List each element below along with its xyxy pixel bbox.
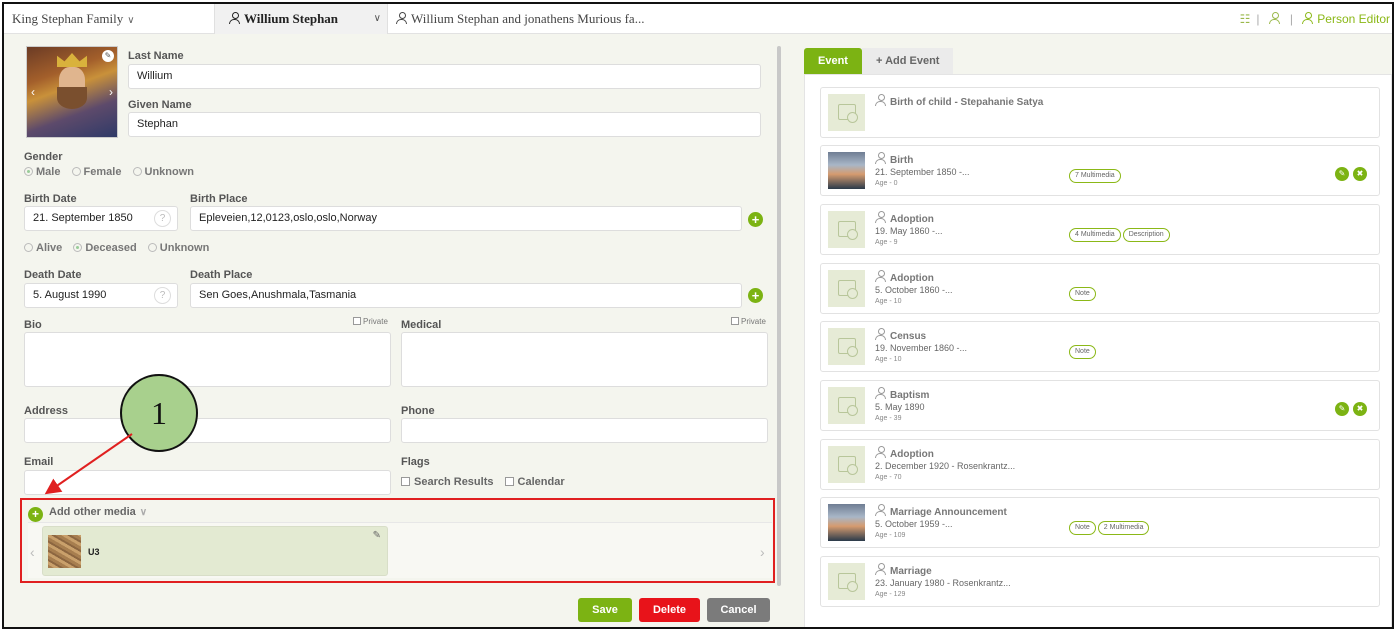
event-title: Census [875,328,926,342]
event-card[interactable]: Adoption 19. May 1860 -... Age - 9 4 Multim… [820,204,1380,255]
event-date: 5. October 1860 -... [875,285,953,295]
event-card[interactable]: Birth 21. September 1850 -... Age - 0 7 Mul… [820,145,1380,196]
tab-add-event[interactable]: + Add Event [862,48,954,74]
calendar-icon [828,270,865,307]
event-badge[interactable]: Description [1122,228,1170,242]
event-badges: 4 Multimedia Description [1069,223,1172,242]
delete-button[interactable]: Delete [639,598,700,622]
calendar-icon [828,446,865,483]
person-icon [875,94,886,106]
event-date: 19. May 1860 -... [875,226,943,236]
event-date: 21. September 1850 -... [875,167,970,177]
person-icon [875,270,886,282]
event-badge[interactable]: 2 Multimedia [1097,521,1150,535]
event-actions: ✎ ✖ [1331,398,1367,416]
event-card[interactable]: Marriage 23. January 1980 - Rosenkrantz..… [820,556,1380,607]
event-title: Baptism [875,387,929,401]
event-card[interactable]: Census 19. November 1860 -... Age - 10 Note [820,321,1380,372]
event-title-text: Birth [890,155,914,166]
event-title: Adoption [875,211,934,225]
event-badge[interactable]: Note [1069,345,1096,359]
calendar-icon [828,387,865,424]
cancel-button[interactable]: Cancel [707,598,770,622]
calendar-icon [828,328,865,365]
person-icon [875,504,886,516]
event-badges: 7 Multimedia [1069,164,1123,183]
event-badges: Note [1069,282,1098,301]
edit-icon[interactable]: ✎ [1335,402,1349,416]
event-title-text: Adoption [890,273,934,284]
event-age: Age - 10 [875,298,902,305]
event-title: Adoption [875,270,934,284]
event-date: 23. January 1980 - Rosenkrantz... [875,578,1011,588]
event-age: Age - 10 [875,356,902,363]
event-age: Age - 129 [875,591,906,598]
event-badges: Note 2 Multimedia [1069,516,1151,535]
event-age: Age - 109 [875,532,906,539]
event-badge[interactable]: Note [1069,521,1096,535]
tree-icon[interactable]: ☷ [1240,12,1251,26]
event-title: Birth of child - Stepahanie Satya [875,94,1043,108]
media-highlight-box [20,498,775,583]
save-button[interactable]: Save [578,598,632,622]
event-title: Marriage Announcement [875,504,1007,518]
event-title-text: Baptism [890,390,930,401]
event-badges: Note [1069,340,1098,359]
event-title-text: Adoption [890,214,934,225]
event-thumbnail [828,152,865,189]
event-badge[interactable]: Note [1069,287,1096,301]
person-icon [875,563,886,575]
event-date: 2. December 1920 - Rosenkrantz... [875,461,1016,471]
event-title-text: Birth of child - Stepahanie Satya [890,97,1044,108]
person-editor-icon [1302,12,1314,24]
event-date: 19. November 1860 -... [875,343,968,353]
person-editor-link[interactable]: Person Editor [1317,12,1390,26]
app-window: King Stephan Family ∨ Willium Stephan ∨ W… [2,2,1394,629]
event-card[interactable]: Adoption 2. December 1920 - Rosenkrantz..… [820,439,1380,490]
event-title-text: Census [890,331,927,342]
edit-icon[interactable]: ✎ [1335,167,1349,181]
calendar-icon [828,94,865,131]
event-date: 5. May 1890 [875,402,925,412]
event-title: Birth [875,152,913,166]
person-icon [875,211,886,223]
event-title: Adoption [875,446,934,460]
event-card[interactable]: Adoption 5. October 1860 -... Age - 10 Note [820,263,1380,314]
event-date: 5. October 1959 -... [875,519,953,529]
delete-icon[interactable]: ✖ [1353,402,1367,416]
event-card[interactable]: Birth of child - Stepahanie Satya [820,87,1380,138]
event-title-text: Adoption [890,449,934,460]
event-age: Age - 39 [875,415,902,422]
event-list: Birth of child - Stepahanie Satya Birth 21… [804,74,1392,627]
calendar-icon [828,563,865,600]
event-age: Age - 0 [875,180,898,187]
tab-event[interactable]: Event [804,48,862,74]
event-badge[interactable]: 7 Multimedia [1069,169,1121,183]
person-icon [875,387,886,399]
event-title-text: Marriage [890,566,932,577]
event-title: Marriage [875,563,932,577]
event-card[interactable]: Baptism 5. May 1890 Age - 39 ✎ ✖ [820,380,1380,431]
event-age: Age - 9 [875,239,898,246]
event-card[interactable]: Marriage Announcement 5. October 1959 -..… [820,497,1380,548]
person-icon [875,328,886,340]
events-panel: Event + Add Event Birth of child - Stepa… [804,48,1392,627]
event-title-text: Marriage Announcement [890,507,1007,518]
event-age: Age - 70 [875,474,902,481]
event-thumbnail [828,504,865,541]
family-icon[interactable] [1268,12,1280,24]
callout-arrow [44,433,133,495]
delete-icon[interactable]: ✖ [1353,167,1367,181]
calendar-icon [828,211,865,248]
event-badge[interactable]: 4 Multimedia [1069,228,1121,242]
person-icon [875,152,886,164]
event-actions: ✎ ✖ [1331,163,1367,181]
person-icon [875,446,886,458]
top-right-tools: ☷ | | Person Editor [1239,12,1390,26]
